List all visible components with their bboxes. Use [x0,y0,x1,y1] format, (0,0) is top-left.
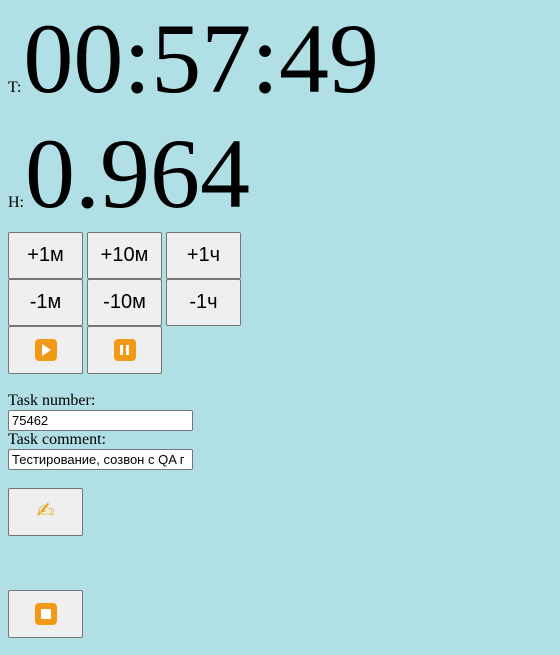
writing-hand-icon: ✍ [36,499,55,524]
task-number-input[interactable] [8,410,193,431]
timer-display: T: 00:57:49 [8,9,379,109]
add-1-minute-button[interactable]: +1м [8,232,83,279]
subtract-1-minute-button[interactable]: -1м [8,279,83,326]
task-comment-label: Task comment: [8,431,106,448]
subtract-10-minutes-button[interactable]: -10м [87,279,162,326]
add-1-hour-button[interactable]: +1ч [166,232,241,279]
add-10-minutes-button[interactable]: +10м [87,232,162,279]
play-icon [34,339,57,361]
start-button[interactable] [8,326,83,374]
timer-prefix: T: [8,79,22,96]
hours-value: 0.964 [25,118,250,229]
stop-button[interactable] [8,590,83,638]
pause-button[interactable] [87,326,162,374]
task-comment-input[interactable] [8,449,193,470]
timer-value: 00:57:49 [23,3,379,114]
stop-icon [34,603,57,625]
subtract-1-hour-button[interactable]: -1ч [166,279,241,326]
hours-prefix: H: [8,194,24,211]
task-number-label: Task number: [8,392,96,409]
pause-icon [113,339,136,361]
hours-display: H: 0.964 [8,124,250,224]
save-note-button[interactable]: ✍ [8,488,83,536]
